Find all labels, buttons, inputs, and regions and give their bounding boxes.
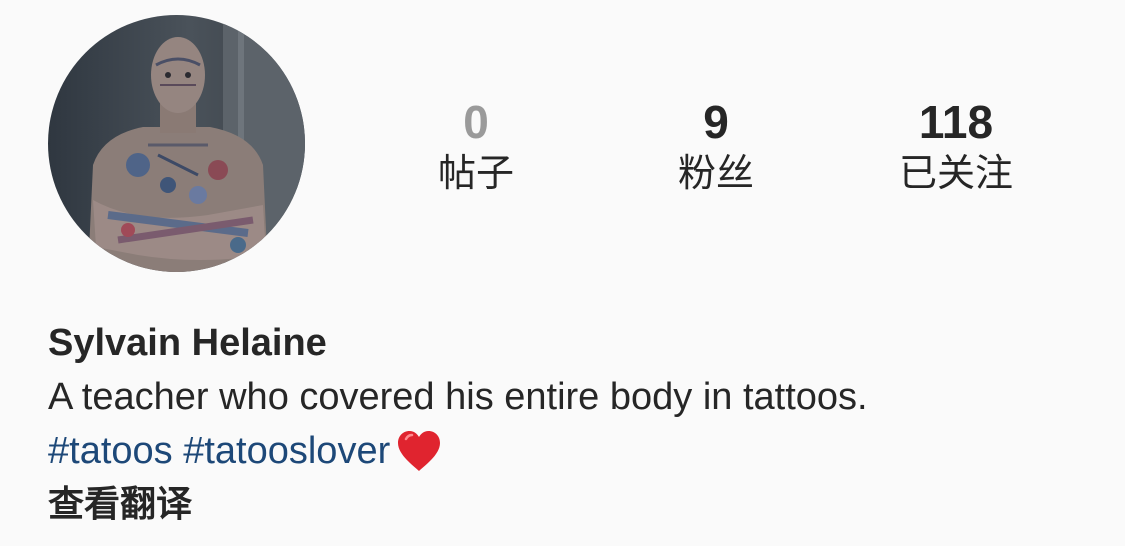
- following-label: 已关注: [898, 151, 1013, 195]
- stat-posts[interactable]: 0 帖子: [376, 96, 576, 196]
- hashtags-line: #tatoos #tatooslover: [48, 428, 1108, 474]
- bio-text: A teacher who covered his entire body in…: [48, 376, 868, 418]
- followers-count: 9: [703, 96, 729, 148]
- following-count: 118: [918, 96, 994, 148]
- posts-label: 帖子: [437, 151, 514, 195]
- followers-label: 粉丝: [677, 151, 754, 195]
- posts-count: 0: [463, 96, 489, 148]
- profile-photo-icon: [48, 15, 305, 272]
- see-translation-link[interactable]: 查看翻译: [48, 482, 1108, 528]
- profile-header: 0 帖子 9 粉丝 118 已关注 Sylvain Helaine A teac…: [0, 0, 1125, 546]
- display-name: Sylvain Helaine: [48, 322, 327, 364]
- hashtag-link[interactable]: #tatoos: [48, 430, 173, 472]
- hashtag-link[interactable]: #tatooslover: [183, 430, 390, 472]
- heart-emoji-icon: [394, 428, 444, 474]
- stat-following[interactable]: 118 已关注: [856, 96, 1056, 196]
- profile-bio: Sylvain Helaine A teacher who covered hi…: [48, 320, 1108, 528]
- avatar[interactable]: [48, 15, 305, 272]
- stat-followers[interactable]: 9 粉丝: [616, 96, 816, 196]
